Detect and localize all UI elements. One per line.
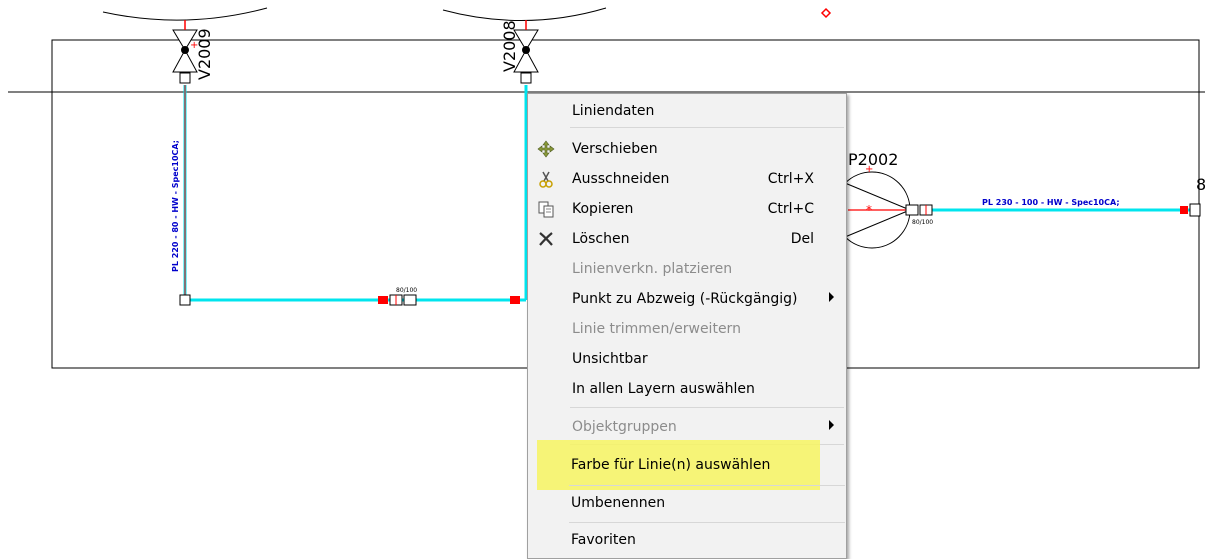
menu-item-favoriten[interactable]: Favoriten [527, 525, 845, 555]
pump-label: P2002 [848, 150, 898, 169]
pipe-label-right: PL 230 - 100 - HW - Spec10CA; [982, 198, 1120, 207]
reducer-bottom[interactable]: 80/100 [378, 287, 417, 306]
pipe-label-vertical: PL 220 - 80 - HW - Spec10CA; [171, 140, 180, 272]
node-bottom-right [510, 296, 520, 304]
node-right-end [1180, 203, 1201, 217]
diamond-marker [820, 7, 832, 19]
valve-label-v2008: V2008 [500, 20, 519, 72]
menu-item-farbe-fuer-linien[interactable]: Farbe für Linie(n) auswählen [527, 450, 845, 480]
vessel-arc-left [102, 7, 268, 21]
corner-node-left [179, 294, 191, 306]
menu-item-label: Favoriten [571, 532, 636, 548]
reducer-label-bottom: 80/100 [396, 287, 417, 294]
valve-v2009[interactable]: + V2009 [172, 20, 214, 84]
valve-label-v2009: V2009 [195, 28, 214, 80]
menu-separator [569, 485, 845, 486]
reducer-right[interactable]: 80/100 [905, 204, 933, 226]
valve-v2008[interactable]: V2008 [500, 20, 539, 84]
svg-text:*: * [866, 203, 872, 217]
menu-item-umbenennen[interactable]: Umbenennen [527, 488, 845, 518]
reducer-label-right: 80/100 [912, 219, 933, 226]
edge-partial-label: 8 [1196, 175, 1205, 194]
context-menu-lower: Farbe für Linie(n) auswählen Umbenennen … [527, 93, 847, 559]
vessel-arc-mid [442, 7, 607, 22]
menu-item-label: Farbe für Linie(n) auswählen [571, 457, 771, 473]
menu-separator [569, 522, 845, 523]
menu-item-label: Umbenennen [571, 495, 666, 511]
